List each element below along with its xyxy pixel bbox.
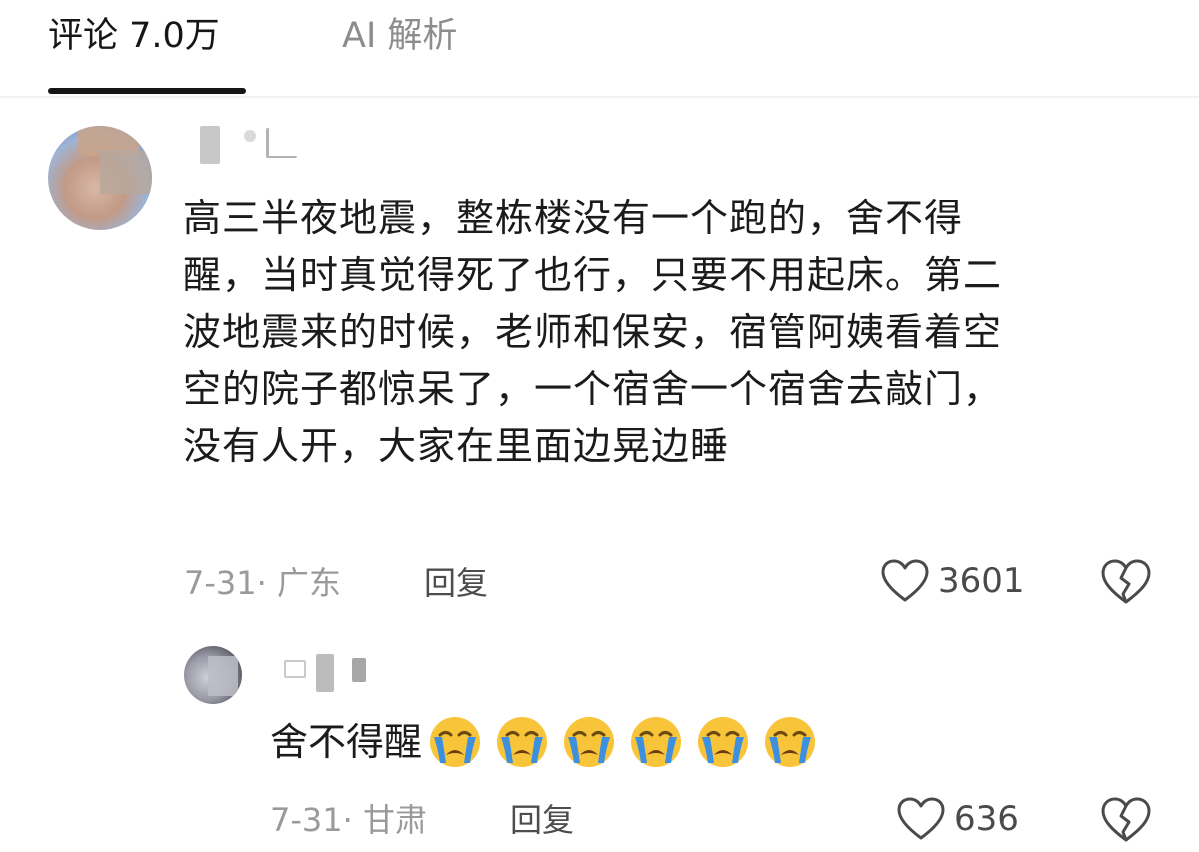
avatar-mosaic xyxy=(208,656,238,696)
heart-icon xyxy=(881,559,929,602)
active-tab-indicator xyxy=(48,88,246,94)
tab-ai-analysis[interactable]: AI 解析 xyxy=(342,14,457,58)
loudly-crying-face-icon xyxy=(765,717,816,767)
reply-reply-button[interactable]: 回复 xyxy=(510,800,574,840)
like-button[interactable]: 3601 xyxy=(880,558,1025,604)
emoji-row xyxy=(428,715,817,769)
broken-heart-icon[interactable] xyxy=(1100,558,1152,606)
loudly-crying-face-icon xyxy=(497,717,548,767)
comment-date-location: 7-31· 广东 xyxy=(184,564,341,602)
like-count: 636 xyxy=(954,799,1019,839)
loudly-crying-face-icon xyxy=(631,717,682,767)
reply-text: 舍不得醒 xyxy=(270,720,423,764)
like-count: 3601 xyxy=(938,561,1025,601)
loudly-crying-face-icon xyxy=(698,717,749,767)
tab-comments[interactable]: 评论 7.0万 xyxy=(48,14,220,58)
reply-text-row: 舍不得醒 xyxy=(270,714,817,770)
username-redacted[interactable] xyxy=(200,124,310,164)
avatar[interactable] xyxy=(48,126,152,230)
reply-avatar[interactable] xyxy=(184,646,242,704)
reply-like-button[interactable]: 636 xyxy=(896,796,1019,842)
loudly-crying-face-icon xyxy=(564,717,615,767)
broken-heart-icon[interactable] xyxy=(1100,796,1152,844)
reply-date-location: 7-31· 甘肃 xyxy=(270,801,427,839)
comment-text: 高三半夜地震，整栋楼没有一个跑的，舍不得 醒，当时真觉得死了也行，只要不用起床。… xyxy=(183,196,1003,468)
reply-button[interactable]: 回复 xyxy=(424,563,488,603)
reply-username-redacted[interactable] xyxy=(284,654,394,694)
comment-tab-bar: 评论 7.0万 AI 解析 xyxy=(0,0,1199,98)
loudly-crying-face-icon xyxy=(430,717,481,767)
avatar-mosaic xyxy=(100,150,152,194)
heart-icon xyxy=(897,797,945,840)
